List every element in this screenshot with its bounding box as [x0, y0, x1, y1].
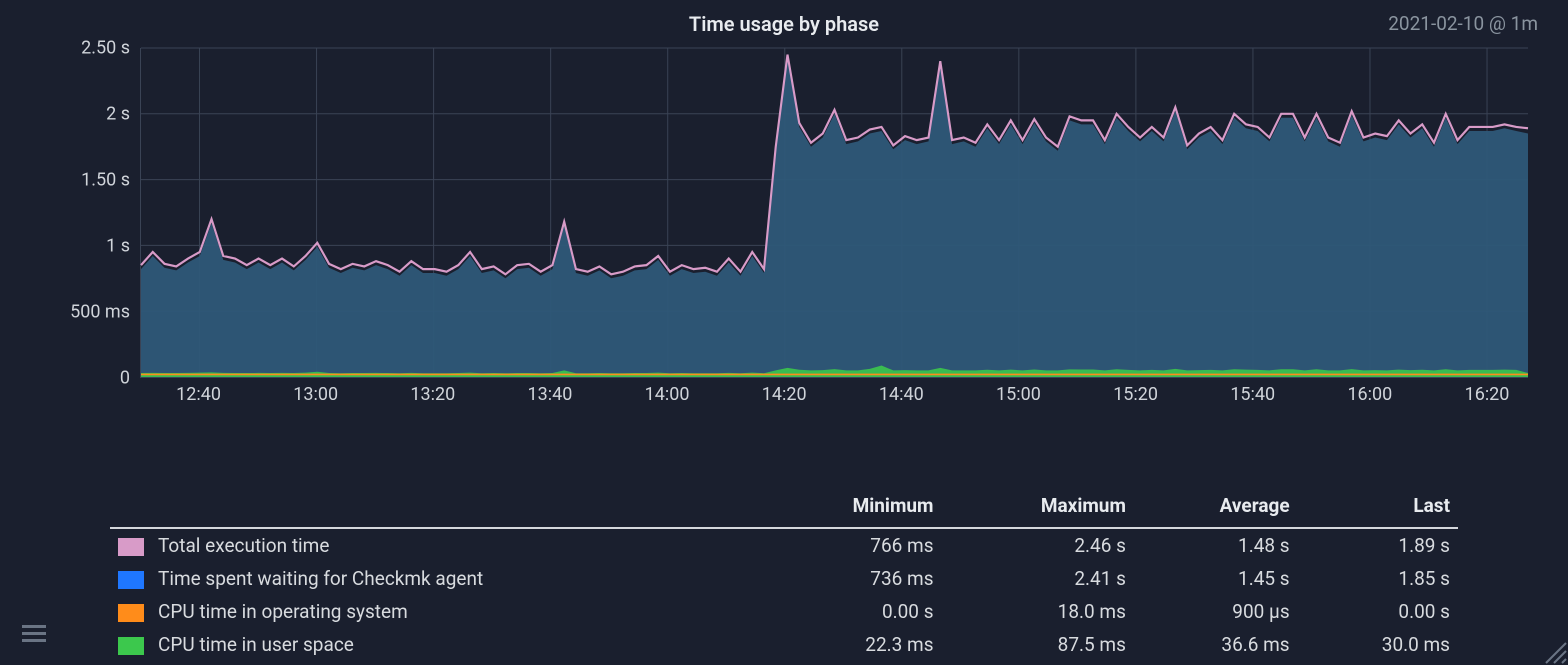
legend-value: 736 ms — [757, 562, 941, 595]
x-tick-label: 13:40 — [528, 384, 573, 405]
legend-value: 1.89 s — [1298, 528, 1458, 562]
legend-label: Time spent waiting for Checkmk agent — [158, 567, 483, 590]
x-tick-label: 15:00 — [996, 384, 1041, 405]
legend-value: 0.00 s — [1298, 595, 1458, 628]
legend-col-header — [110, 488, 757, 528]
legend-col-header: Minimum — [757, 488, 941, 528]
legend-row[interactable]: CPU time in operating system0.00 s18.0 m… — [110, 595, 1458, 628]
legend-value: 1.45 s — [1134, 562, 1298, 595]
plot-area[interactable] — [140, 48, 1528, 378]
y-tick-label: 0 — [120, 368, 130, 389]
y-axis-ticks: 0500 ms1 s1.50 s2 s2.50 s — [20, 48, 130, 378]
plot-wrap: 0500 ms1 s1.50 s2 s2.50 s 12:4013:0013:2… — [20, 48, 1548, 418]
x-tick-label: 16:00 — [1347, 384, 1392, 405]
y-tick-label: 2 s — [106, 104, 130, 125]
legend-col-header: Last — [1298, 488, 1458, 528]
y-tick-label: 1.50 s — [81, 170, 130, 191]
legend-value: 1.85 s — [1298, 562, 1458, 595]
chart-timestamp: 2021-02-10 @ 1m — [1388, 12, 1538, 35]
legend-value: 2.46 s — [942, 528, 1134, 562]
resize-handle-icon[interactable] — [1540, 637, 1568, 665]
legend-value: 0.00 s — [757, 595, 941, 628]
legend-col-header: Maximum — [942, 488, 1134, 528]
legend-label: CPU time in operating system — [158, 600, 408, 623]
legend-value: 22.3 ms — [757, 628, 941, 661]
y-tick-label: 1 s — [106, 236, 130, 257]
x-tick-label: 16:20 — [1465, 384, 1510, 405]
legend-table: MinimumMaximumAverageLast Total executio… — [110, 488, 1458, 661]
legend-value: 1.48 s — [1134, 528, 1298, 562]
legend-value: 18.0 ms — [942, 595, 1134, 628]
legend-value: 30.0 ms — [1298, 628, 1458, 661]
legend-row[interactable]: Total execution time 766 ms2.46 s1.48 s1.… — [110, 528, 1458, 562]
legend-swatch — [118, 637, 144, 655]
legend-header-row: MinimumMaximumAverageLast — [110, 488, 1458, 528]
x-tick-label: 15:20 — [1113, 384, 1158, 405]
legend-row[interactable]: CPU time in user space 22.3 ms87.5 ms36.6… — [110, 628, 1458, 661]
legend-value: 36.6 ms — [1134, 628, 1298, 661]
legend-label: Total execution time — [158, 534, 329, 557]
hamburger-menu-icon[interactable] — [22, 625, 46, 643]
legend-value: 766 ms — [757, 528, 941, 562]
legend-swatch — [118, 604, 144, 622]
chart-panel: Time usage by phase 2021-02-10 @ 1m 0 500… — [0, 0, 1568, 665]
x-tick-label: 13:20 — [410, 384, 455, 405]
legend-col-header: Average — [1134, 488, 1298, 528]
x-tick-label: 14:40 — [879, 384, 924, 405]
legend-label: CPU time in user space — [158, 633, 354, 656]
y-tick-label: 2.50 s — [81, 38, 130, 59]
legend-value: 87.5 ms — [942, 628, 1134, 661]
x-axis-ticks: 12:40 13:00 13:20 13:40 14:00 14:20 14:40 15:00… — [140, 384, 1528, 414]
legend-swatch — [118, 538, 144, 556]
y-tick-label: 500 ms — [70, 302, 130, 323]
legend-value: 900 µs — [1134, 595, 1298, 628]
chart-svg — [141, 48, 1528, 377]
chart-title: Time usage by phase — [20, 8, 1548, 36]
x-tick-label: 14:20 — [762, 384, 807, 405]
x-tick-label: 15:40 — [1230, 384, 1275, 405]
legend-row[interactable]: Time spent waiting for Checkmk agent 736 … — [110, 562, 1458, 595]
x-tick-label: 12:40 — [176, 384, 221, 405]
x-tick-label: 14:00 — [645, 384, 690, 405]
legend-swatch — [118, 571, 144, 589]
legend-value: 2.41 s — [942, 562, 1134, 595]
x-tick-label: 13:00 — [293, 384, 338, 405]
